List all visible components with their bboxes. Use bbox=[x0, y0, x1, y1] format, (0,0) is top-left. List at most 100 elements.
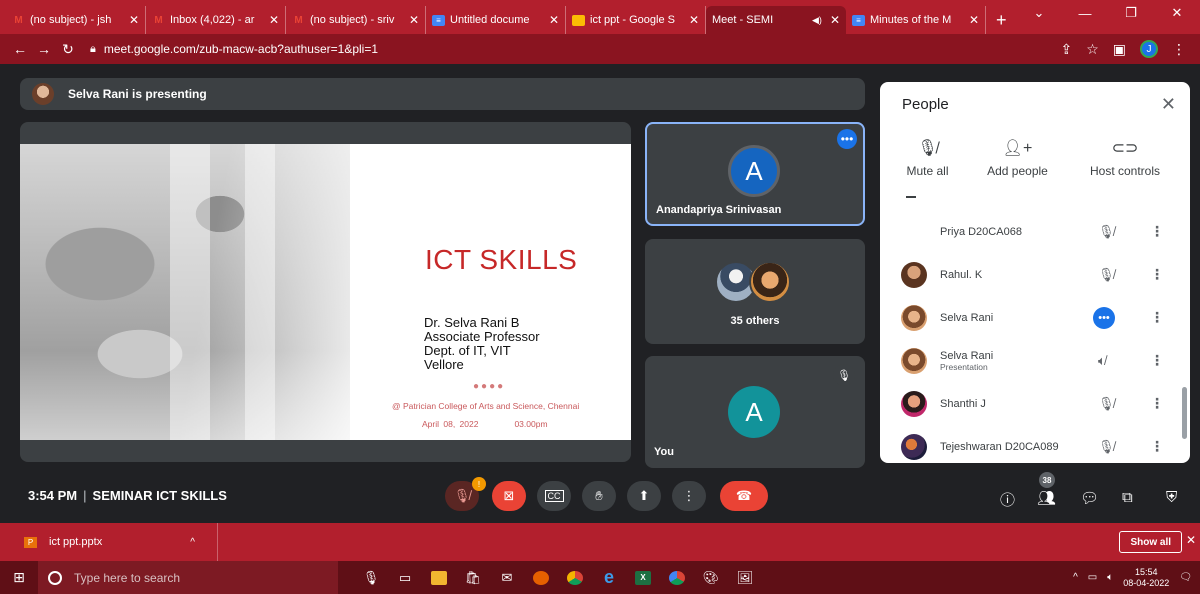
tab-slides[interactable]: ict ppt - Google S ✕ bbox=[566, 6, 706, 34]
participant-row[interactable]: Tejeshwaran D20CA089 🎙︎̸ ⋮ bbox=[880, 425, 1190, 463]
mic-off-icon[interactable]: 🎙︎̸ bbox=[1098, 224, 1115, 240]
lock-icon[interactable]: 🔒︎ bbox=[90, 43, 96, 56]
windows-start-icon[interactable]: ⊞ bbox=[0, 569, 38, 586]
self-tile[interactable]: 🎙︎ A You bbox=[645, 356, 865, 468]
participant-row[interactable]: Selva Rani Presentation 🔈︎̸ ⋮ bbox=[880, 339, 1190, 382]
forward-icon[interactable]: → bbox=[32, 41, 56, 57]
close-window-icon[interactable]: ✕ bbox=[1154, 5, 1200, 21]
more-vert-icon[interactable]: ⋮ bbox=[1150, 438, 1164, 455]
more-options-button[interactable]: ⋮ bbox=[672, 481, 706, 511]
leave-call-button[interactable]: ☎︎ bbox=[720, 481, 768, 511]
host-controls-button[interactable]: ⊂⊃ Host controls bbox=[1060, 138, 1190, 178]
participant-row[interactable]: Shanthi J 🎙︎̸ ⋮ bbox=[880, 382, 1190, 425]
notifications-icon[interactable]: 🗨︎ bbox=[1179, 572, 1192, 583]
present-button[interactable]: ⬆︎ bbox=[627, 481, 661, 511]
clock[interactable]: 15:54 08-04-2022 bbox=[1123, 567, 1169, 589]
profile-avatar[interactable]: J bbox=[1140, 40, 1158, 58]
more-vert-icon[interactable]: ⋮ bbox=[1150, 223, 1164, 240]
chevron-up-icon[interactable]: ^ bbox=[190, 537, 195, 548]
mic-off-icon[interactable]: 🎙︎̸ bbox=[1098, 396, 1115, 412]
tab-meet[interactable]: Meet - SEMI ◀) ✕ bbox=[0, 6, 846, 75]
tab-title: Inbox (4,022) - ar bbox=[170, 14, 255, 26]
browser-tab-strip: M (no subject) - jsh ✕ M Inbox (4,022) - ar… bbox=[0, 0, 1200, 75]
file-explorer-icon[interactable] bbox=[422, 561, 456, 594]
close-tab-icon[interactable]: ✕ bbox=[830, 13, 840, 27]
close-icon[interactable]: ✕ bbox=[1186, 533, 1196, 547]
more-vert-icon[interactable]: ⋮ bbox=[1150, 395, 1164, 412]
excel-icon[interactable]: X bbox=[626, 561, 660, 594]
camera-toggle-button[interactable]: ⊠ bbox=[492, 481, 526, 511]
participant-row[interactable]: Priya D20CA068 🎙︎̸ ⋮ bbox=[880, 210, 1190, 253]
taskbar-search[interactable]: Type here to search bbox=[38, 561, 338, 594]
clock-time: 15:54 bbox=[1135, 566, 1158, 577]
chrome-icon[interactable] bbox=[558, 561, 592, 594]
chevron-up-icon[interactable]: ^ bbox=[1073, 572, 1078, 583]
people-panel: People ✕ 🎙︎̸ Mute all 👤︎+ Add people ⊂⊃ … bbox=[880, 82, 1190, 463]
task-view-icon[interactable]: ▭ bbox=[388, 561, 422, 594]
microphone-icon[interactable]: 🎙︎ bbox=[354, 561, 388, 594]
edge-icon[interactable]: e bbox=[592, 561, 626, 594]
menu-kebab-icon[interactable]: ⋮ bbox=[1172, 41, 1186, 58]
speaker-icon[interactable]: ◀) bbox=[812, 15, 822, 26]
close-tab-icon[interactable]: ✕ bbox=[269, 13, 279, 27]
photos-icon[interactable]: 🖼︎ bbox=[728, 561, 762, 594]
minimize-icon[interactable]: — bbox=[1062, 6, 1108, 21]
participant-name: Selva Rani bbox=[940, 311, 994, 324]
url-field[interactable]: 🔒︎ meet.google.com/zub-macw-acb?authuser… bbox=[90, 37, 1050, 61]
add-people-button[interactable]: 👤︎+ Add people bbox=[975, 138, 1060, 178]
reload-icon[interactable]: ↻ bbox=[56, 41, 80, 58]
close-icon[interactable]: ✕ bbox=[1161, 94, 1176, 115]
volume-icon[interactable]: 🔈︎ bbox=[1107, 572, 1113, 583]
store-icon[interactable]: 🛍︎ bbox=[456, 561, 490, 594]
speaker-tile[interactable]: A ••• Anandapriya Srinivasan bbox=[645, 122, 865, 226]
tab-docs-2[interactable]: ≡ Minutes of the M ✕ bbox=[846, 6, 986, 34]
captions-button[interactable]: CC bbox=[537, 481, 571, 511]
chrome-profile-icon[interactable] bbox=[660, 561, 694, 594]
close-tab-icon[interactable]: ✕ bbox=[409, 13, 419, 27]
tab-gmail-3[interactable]: M (no subject) - sriv ✕ bbox=[286, 6, 426, 34]
participant-row[interactable]: Rahul. K 🎙︎̸ ⋮ bbox=[880, 253, 1190, 296]
tab-gmail-2[interactable]: M Inbox (4,022) - ar ✕ bbox=[146, 6, 286, 34]
more-vert-icon[interactable]: ⋮ bbox=[1150, 266, 1164, 283]
tab-docs-1[interactable]: ≡ Untitled docume ✕ bbox=[426, 6, 566, 34]
restore-icon[interactable]: ❐ bbox=[1108, 5, 1154, 21]
side-panel-icon[interactable]: ▣ bbox=[1113, 41, 1126, 58]
show-all-button[interactable]: Show all bbox=[1119, 531, 1182, 553]
mute-all-button[interactable]: 🎙︎̸ Mute all bbox=[880, 138, 975, 178]
bookmark-star-icon[interactable]: ☆ bbox=[1086, 41, 1099, 58]
activities-icon[interactable]: ⧉ bbox=[1122, 489, 1133, 506]
share-icon[interactable]: ⇪ bbox=[1060, 41, 1072, 58]
tab-title: (no subject) - jsh bbox=[30, 14, 112, 26]
paint-icon[interactable]: 🎨︎ bbox=[694, 561, 728, 594]
participant-row[interactable]: Selva Rani ••• ⋮ bbox=[880, 296, 1190, 339]
more-vert-icon[interactable]: ⋮ bbox=[1150, 352, 1164, 369]
close-tab-icon[interactable]: ✕ bbox=[129, 13, 139, 27]
meeting-details-icon[interactable]: ⓘ bbox=[1000, 489, 1015, 510]
more-options-icon[interactable]: ••• bbox=[1093, 306, 1115, 329]
close-tab-icon[interactable]: ✕ bbox=[549, 13, 559, 27]
close-tab-icon[interactable]: ✕ bbox=[689, 13, 699, 27]
others-tile[interactable]: 35 others bbox=[645, 239, 865, 344]
host-controls-icon[interactable]: ⛨ bbox=[1166, 489, 1177, 506]
chat-icon[interactable]: 💬︎ bbox=[1080, 489, 1099, 507]
back-icon[interactable]: ← bbox=[8, 41, 32, 57]
new-tab-button[interactable]: + bbox=[996, 6, 1007, 34]
participant-name: Selva Rani Presentation bbox=[940, 350, 993, 372]
people-icon[interactable]: 👥︎ bbox=[1037, 489, 1056, 507]
participant-list: Priya D20CA068 🎙︎̸ ⋮ Rahul. K 🎙︎̸ ⋮ Selv… bbox=[880, 210, 1190, 463]
network-icon[interactable]: ▭ bbox=[1088, 572, 1097, 583]
mic-off-icon[interactable]: 🎙︎̸ bbox=[1098, 267, 1115, 283]
mic-off-icon[interactable]: 🎙︎̸ bbox=[1098, 439, 1115, 455]
firefox-icon[interactable] bbox=[524, 561, 558, 594]
scrollbar[interactable] bbox=[1182, 387, 1187, 439]
mail-icon[interactable]: ✉︎ bbox=[490, 561, 524, 594]
tab-gmail-1[interactable]: M (no subject) - jsh ✕ bbox=[6, 6, 146, 34]
presentation-tile[interactable]: ICT SKILLS Dr. Selva Rani B Associate Pr… bbox=[20, 122, 631, 462]
more-vert-icon[interactable]: ⋮ bbox=[1150, 309, 1164, 326]
more-options-icon[interactable]: ••• bbox=[837, 129, 857, 149]
presentation-audio-icon[interactable]: 🔈︎̸ bbox=[1098, 353, 1106, 369]
close-tab-icon[interactable]: ✕ bbox=[969, 13, 979, 27]
raise-hand-button[interactable]: ✋︎ bbox=[582, 481, 616, 511]
download-item[interactable]: P ict ppt.pptx ^ bbox=[0, 523, 218, 561]
tab-search-icon[interactable]: ⌄ bbox=[1016, 5, 1062, 21]
